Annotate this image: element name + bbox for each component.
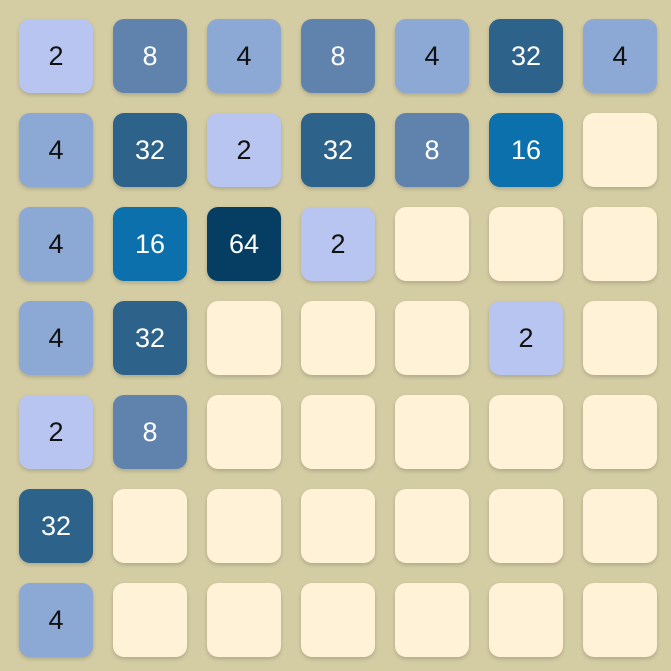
tile-32: 32 [301,113,375,187]
empty-cell [395,583,469,657]
empty-cell [301,301,375,375]
tile-4: 4 [19,113,93,187]
game-board: 2 8 4 8 4 32 4 4 32 2 32 8 16 4 16 64 2 4 32 2 2 8 32 4 [0,0,671,671]
empty-cell [395,395,469,469]
empty-cell [301,395,375,469]
tile-32: 32 [19,489,93,563]
empty-cell [301,489,375,563]
empty-cell [301,583,375,657]
tile-2: 2 [301,207,375,281]
tile-8: 8 [113,395,187,469]
tile-32: 32 [113,301,187,375]
tile-2: 2 [19,395,93,469]
empty-cell [489,207,563,281]
tile-2: 2 [489,301,563,375]
tile-4: 4 [19,301,93,375]
tile-4: 4 [583,19,657,93]
empty-cell [583,207,657,281]
empty-cell [395,489,469,563]
empty-cell [395,301,469,375]
tile-4: 4 [207,19,281,93]
tile-32: 32 [489,19,563,93]
empty-cell [207,395,281,469]
empty-cell [583,489,657,563]
empty-cell [583,395,657,469]
empty-cell [395,207,469,281]
tile-8: 8 [395,113,469,187]
empty-cell [489,489,563,563]
empty-cell [207,301,281,375]
empty-cell [207,583,281,657]
tile-16: 16 [113,207,187,281]
empty-cell [113,489,187,563]
tile-32: 32 [113,113,187,187]
tile-2: 2 [207,113,281,187]
empty-cell [489,395,563,469]
tile-8: 8 [113,19,187,93]
tile-16: 16 [489,113,563,187]
tile-4: 4 [19,207,93,281]
empty-cell [207,489,281,563]
empty-cell [489,583,563,657]
tile-4: 4 [395,19,469,93]
empty-cell [113,583,187,657]
tile-8: 8 [301,19,375,93]
empty-cell [583,301,657,375]
tile-4: 4 [19,583,93,657]
tile-64: 64 [207,207,281,281]
empty-cell [583,113,657,187]
empty-cell [583,583,657,657]
tile-2: 2 [19,19,93,93]
